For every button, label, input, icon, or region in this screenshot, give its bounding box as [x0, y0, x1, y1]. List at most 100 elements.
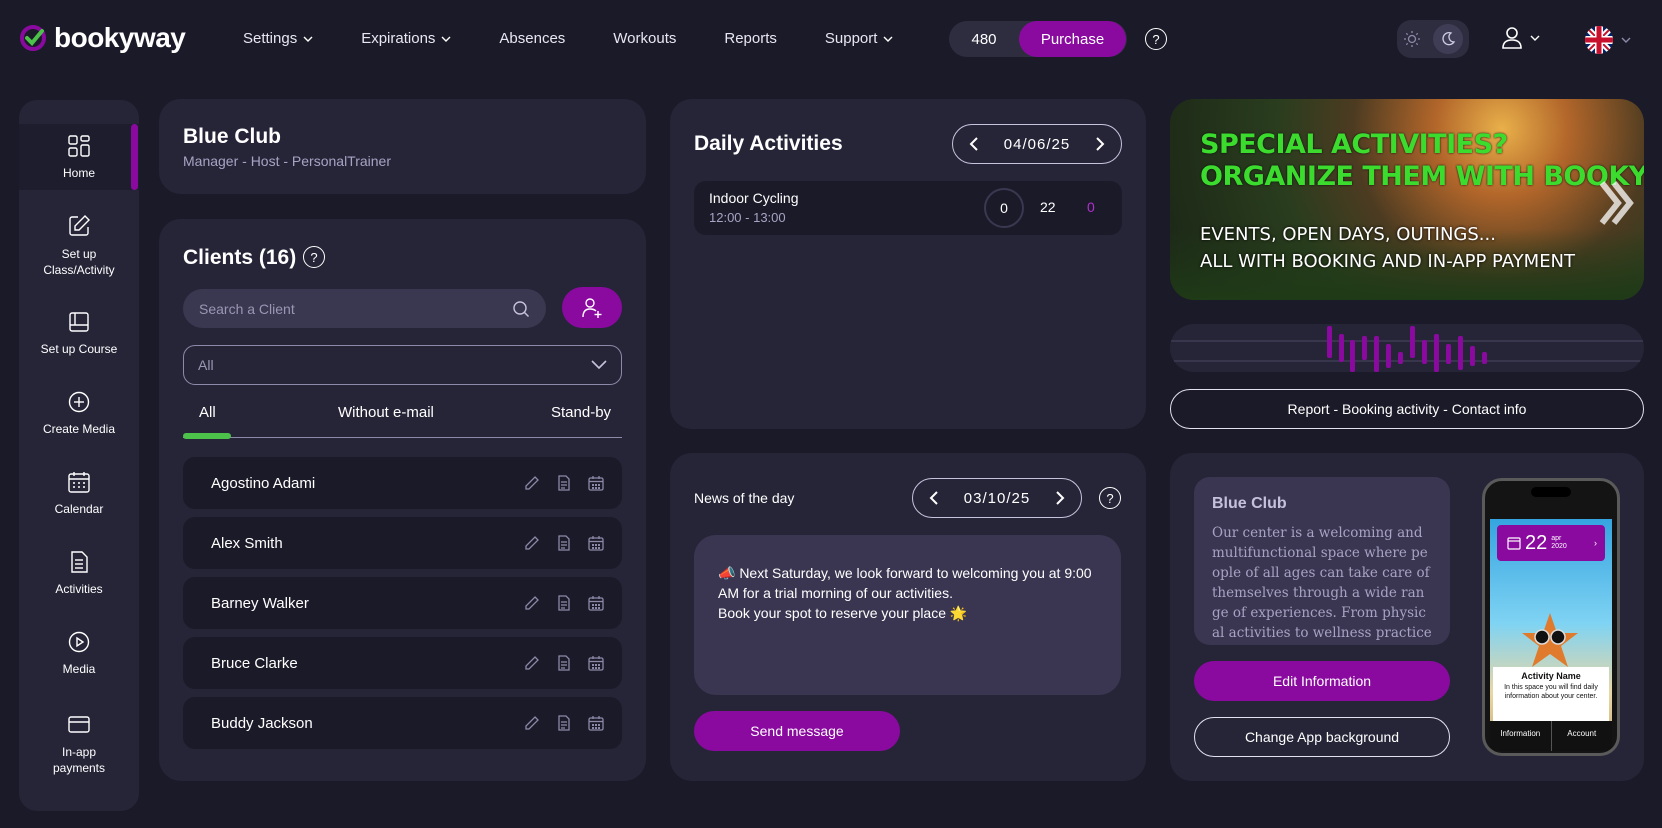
- nav-workouts-label: Workouts: [613, 30, 677, 47]
- client-row-actions: [524, 655, 604, 671]
- chevron-right-icon[interactable]: [1095, 137, 1105, 151]
- sidebar-item-media[interactable]: Media: [19, 630, 139, 676]
- clients-help-icon[interactable]: ?: [303, 246, 325, 268]
- chevron-right-icon[interactable]: [1055, 491, 1065, 505]
- tab-standby[interactable]: Stand-by: [551, 404, 611, 421]
- nav-expirations[interactable]: Expirations: [361, 30, 451, 47]
- main-nav: Settings Expirations Absences Workouts R…: [243, 30, 941, 47]
- pencil-icon[interactable]: [524, 655, 540, 671]
- document-icon[interactable]: [556, 595, 572, 611]
- nav-absences[interactable]: Absences: [499, 30, 565, 47]
- pencil-icon[interactable]: [524, 535, 540, 551]
- phone-footer-account: Account: [1567, 729, 1597, 738]
- purchase-button[interactable]: Purchase: [1019, 21, 1126, 57]
- promo-banner[interactable]: SPECIAL ACTIVITIES? ORGANIZE THEM WITH B…: [1170, 99, 1644, 300]
- banner-line3: EVENTS, OPEN DAYS, OUTINGS...: [1200, 224, 1496, 245]
- sidebar-item-setup-course[interactable]: Set up Course: [19, 310, 139, 356]
- nav-support[interactable]: Support: [825, 30, 894, 47]
- sidebar-item-home[interactable]: Home: [19, 124, 139, 190]
- client-row[interactable]: Alex Smith: [183, 517, 622, 569]
- user-icon: [1502, 27, 1522, 49]
- uk-flag-icon: [1585, 26, 1613, 54]
- language-menu[interactable]: [1585, 26, 1631, 54]
- chevron-left-icon[interactable]: [929, 491, 939, 505]
- document-icon[interactable]: [556, 475, 572, 491]
- client-search[interactable]: Search a Client: [183, 289, 546, 328]
- edit-square-icon: [69, 215, 90, 236]
- activity-row[interactable]: Indoor Cycling 12:00 - 13:00 0 22 0: [694, 181, 1122, 235]
- pencil-icon[interactable]: [524, 475, 540, 491]
- nav-expirations-label: Expirations: [361, 30, 436, 47]
- club-roles: Manager - Host - PersonalTrainer: [183, 153, 392, 169]
- pencil-icon[interactable]: [524, 715, 540, 731]
- filter-value: All: [198, 357, 214, 373]
- chevron-left-icon[interactable]: [969, 137, 979, 151]
- nav-workouts[interactable]: Workouts: [613, 30, 676, 47]
- client-row[interactable]: Buddy Jackson: [183, 697, 622, 749]
- tab-without-email[interactable]: Without e-mail: [338, 404, 434, 421]
- client-row[interactable]: Bruce Clarke: [183, 637, 622, 689]
- news-help-icon[interactable]: ?: [1099, 487, 1121, 509]
- banner-line2: ORGANIZE THEM WITH BOOKYWAY: [1200, 161, 1644, 192]
- sidebar-item-label: In-app payments: [52, 745, 106, 775]
- credit-card-icon: [68, 716, 90, 733]
- sidebar-item-create-media[interactable]: Create Media: [19, 390, 139, 436]
- news-date[interactable]: 03/10/25: [964, 490, 1030, 507]
- sidebar-item-label: Calendar: [54, 502, 104, 516]
- sidebar-active-indicator: [131, 124, 138, 190]
- phone-card-title: Activity Name: [1521, 671, 1581, 681]
- banner-line4: ALL WITH BOOKING AND IN-APP PAYMENT: [1200, 251, 1576, 272]
- pencil-icon[interactable]: [524, 595, 540, 611]
- user-menu[interactable]: [1500, 26, 1540, 50]
- calendar-icon[interactable]: [588, 475, 604, 491]
- sun-icon[interactable]: [1403, 30, 1421, 48]
- sidebar-item-label: Set up Course: [40, 342, 118, 356]
- theme-toggle[interactable]: [1397, 20, 1469, 58]
- calendar-icon[interactable]: [588, 595, 604, 611]
- nav-reports[interactable]: Reports: [724, 30, 777, 47]
- news-message[interactable]: 📣 Next Saturday, we look forward to welc…: [694, 535, 1121, 695]
- activity-wave-graphic: [1170, 326, 1644, 372]
- client-row[interactable]: Agostino Adami: [183, 457, 622, 509]
- app-logo[interactable]: bookyway: [18, 22, 186, 54]
- sidebar-item-calendar[interactable]: Calendar: [19, 470, 139, 516]
- app-info-box: Blue Club Our center is a welcoming and …: [1194, 477, 1450, 645]
- document-icon[interactable]: [556, 715, 572, 731]
- client-row[interactable]: Barney Walker: [183, 577, 622, 629]
- daily-date[interactable]: 04/06/25: [1004, 136, 1070, 153]
- help-icon[interactable]: ?: [1145, 28, 1167, 50]
- search-icon: [513, 300, 529, 317]
- calendar-icon[interactable]: [588, 715, 604, 731]
- calendar-icon[interactable]: [588, 535, 604, 551]
- banner-next-icon[interactable]: [1598, 179, 1634, 227]
- client-name: Barney Walker: [211, 594, 309, 612]
- moon-toggle-selected[interactable]: [1433, 24, 1463, 54]
- calendar-icon[interactable]: [588, 655, 604, 671]
- change-background-button[interactable]: Change App background: [1194, 717, 1450, 757]
- tab-all[interactable]: All: [199, 404, 216, 421]
- edit-information-button[interactable]: Edit Information: [1194, 661, 1450, 701]
- chevron-down-icon: [1621, 37, 1631, 43]
- client-row-actions: [524, 475, 604, 491]
- phone-footer: Information Account: [1490, 721, 1612, 751]
- daily-activities-title: Daily Activities: [694, 132, 843, 155]
- sidebar-item-setup-class[interactable]: Set up Class/Activity: [19, 214, 139, 278]
- nav-settings[interactable]: Settings: [243, 30, 313, 47]
- activity-booked-count: 0: [984, 188, 1024, 228]
- send-message-button[interactable]: Send message: [694, 711, 900, 751]
- sidebar-item-payments[interactable]: In-app payments: [19, 712, 139, 776]
- nav-settings-label: Settings: [243, 30, 298, 47]
- activity-capacity: 22: [1040, 199, 1056, 215]
- app-name: bookyway: [54, 22, 186, 53]
- client-filter-select[interactable]: All: [183, 345, 622, 385]
- document-icon[interactable]: [556, 535, 572, 551]
- activity-name: Indoor Cycling: [709, 190, 799, 206]
- nav-absences-label: Absences: [499, 30, 566, 47]
- client-row-actions: [524, 595, 604, 611]
- report-button[interactable]: Report - Booking activity - Contact info: [1170, 389, 1644, 429]
- sidebar-item-activities[interactable]: Activities: [19, 550, 139, 596]
- phone-footer-information: Information: [1490, 721, 1552, 751]
- add-client-button[interactable]: [562, 287, 622, 328]
- search-input[interactable]: Search a Client: [199, 301, 295, 317]
- document-icon[interactable]: [556, 655, 572, 671]
